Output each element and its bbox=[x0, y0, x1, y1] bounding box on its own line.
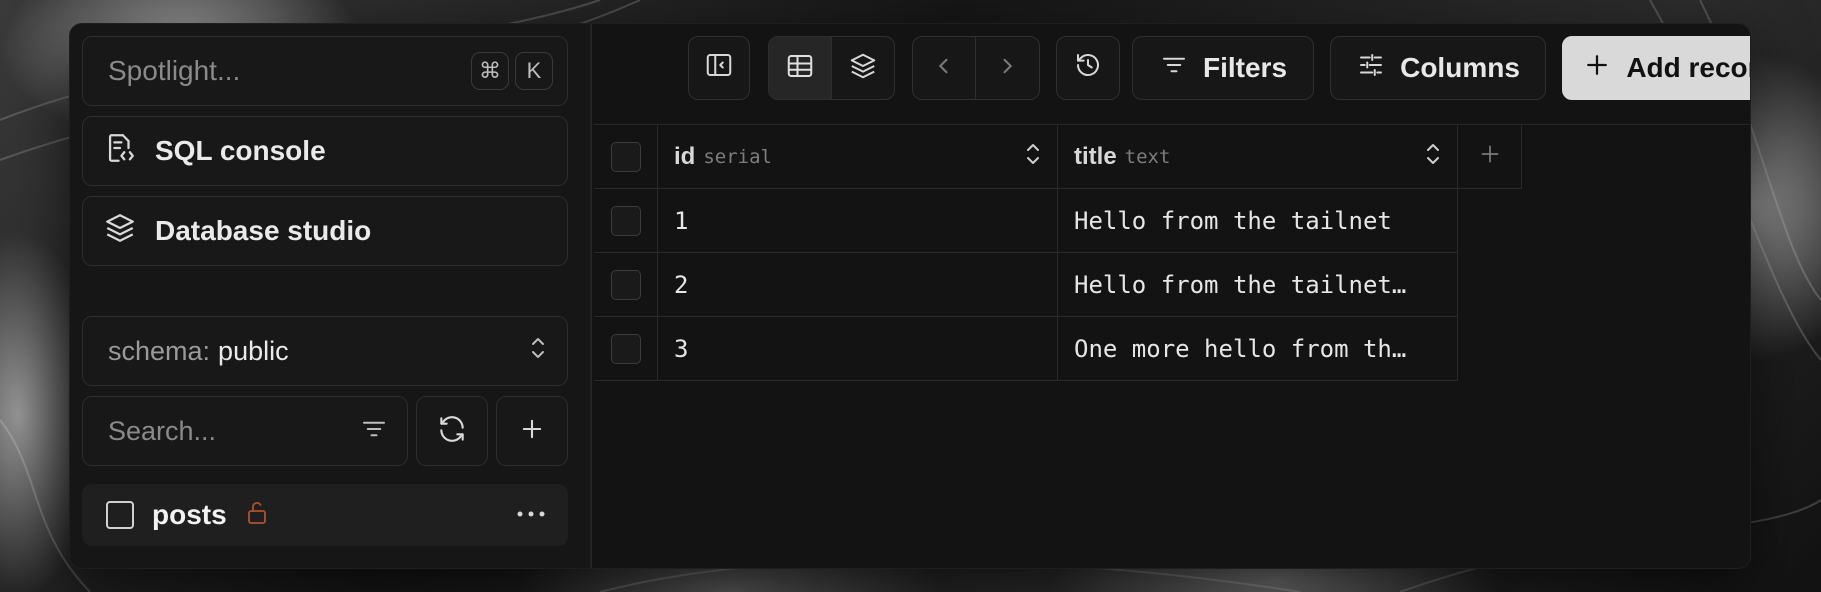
table-item-posts[interactable]: posts bbox=[82, 484, 568, 546]
schema-view-button[interactable] bbox=[831, 37, 893, 99]
add-table-button[interactable] bbox=[496, 396, 568, 466]
history-button[interactable] bbox=[1056, 36, 1120, 100]
columns-button[interactable]: Columns bbox=[1330, 36, 1546, 100]
layers-icon bbox=[103, 211, 137, 252]
history-icon bbox=[1073, 50, 1103, 87]
table-view-button[interactable] bbox=[769, 37, 831, 99]
cell-id[interactable]: 2 bbox=[658, 253, 1058, 317]
app-window: Spotlight... ⌘ K SQL console Database st… bbox=[70, 24, 1750, 568]
k-key-badge: K bbox=[515, 52, 553, 90]
cell-id[interactable]: 1 bbox=[658, 189, 1058, 253]
plus-icon bbox=[1477, 141, 1503, 172]
filters-button[interactable]: Filters bbox=[1132, 36, 1314, 100]
cell-title[interactable]: One more hello from th… bbox=[1058, 317, 1458, 381]
next-page-button[interactable] bbox=[975, 37, 1037, 99]
sliders-icon bbox=[1356, 50, 1386, 87]
row-checkbox[interactable] bbox=[610, 205, 641, 236]
toolbar: Filters Columns Add record bbox=[594, 24, 1750, 124]
sort-icon[interactable] bbox=[1025, 142, 1041, 171]
plus-icon bbox=[1582, 50, 1612, 87]
filters-label: Filters bbox=[1202, 52, 1288, 83]
data-grid: id serial title text 1 Hello from the ta… bbox=[594, 124, 1750, 568]
column-type: text bbox=[1124, 145, 1171, 168]
cell-value: 3 bbox=[674, 334, 689, 363]
row-checkbox-cell bbox=[594, 253, 658, 317]
table-search-input[interactable]: Search... bbox=[82, 396, 408, 466]
schema-select[interactable]: schema: public bbox=[82, 316, 568, 386]
table-checkbox[interactable] bbox=[106, 501, 134, 529]
add-record-label: Add record bbox=[1626, 52, 1750, 83]
table-row[interactable]: 1 Hello from the tailnet bbox=[594, 189, 1458, 253]
row-checkbox-cell bbox=[594, 317, 658, 381]
row-checkbox-cell bbox=[594, 189, 658, 253]
plus-icon bbox=[518, 415, 546, 448]
chevron-up-down-icon bbox=[529, 335, 547, 368]
header-checkbox-cell bbox=[594, 125, 658, 189]
table-row[interactable]: 2 Hello from the tailnet… bbox=[594, 253, 1458, 317]
pagination-group bbox=[912, 36, 1040, 100]
cell-value: Hello from the tailnet… bbox=[1074, 270, 1407, 299]
toggle-sidebar-button[interactable] bbox=[688, 36, 750, 100]
column-header-id[interactable]: id serial bbox=[658, 125, 1058, 189]
add-record-button[interactable]: Add record bbox=[1562, 36, 1750, 100]
schema-label: schema: bbox=[108, 335, 211, 366]
sidebar-toggle-icon bbox=[704, 50, 734, 87]
unlock-icon bbox=[245, 500, 269, 531]
cell-value: Hello from the tailnet bbox=[1074, 206, 1392, 235]
chevron-right-icon bbox=[992, 51, 1022, 86]
columns-label: Columns bbox=[1400, 52, 1520, 83]
sql-console-label: SQL console bbox=[155, 135, 326, 166]
database-studio-label: Database studio bbox=[155, 215, 372, 246]
sort-icon[interactable] bbox=[1425, 142, 1441, 171]
table-row[interactable]: 3 One more hello from th… bbox=[594, 317, 1458, 381]
previous-page-button[interactable] bbox=[913, 37, 975, 99]
column-name: id bbox=[674, 142, 696, 170]
filter-icon bbox=[1159, 50, 1189, 87]
sidebar: Spotlight... ⌘ K SQL console Database st… bbox=[70, 24, 592, 568]
sql-console-icon bbox=[103, 131, 137, 172]
column-name: title bbox=[1074, 142, 1117, 170]
column-header-title[interactable]: title text bbox=[1058, 125, 1458, 189]
cell-value: 2 bbox=[674, 270, 689, 299]
search-placeholder: Search... bbox=[108, 415, 217, 446]
spotlight-placeholder: Spotlight... bbox=[108, 55, 241, 86]
filter-icon[interactable] bbox=[359, 414, 389, 449]
cell-value: 1 bbox=[674, 206, 689, 235]
refresh-icon bbox=[436, 413, 468, 450]
chevron-left-icon bbox=[929, 51, 959, 86]
select-all-checkbox[interactable] bbox=[610, 141, 641, 172]
table-name: posts bbox=[152, 499, 227, 530]
row-checkbox[interactable] bbox=[610, 269, 641, 300]
cell-title[interactable]: Hello from the tailnet… bbox=[1058, 253, 1458, 317]
command-key-badge: ⌘ bbox=[471, 52, 509, 90]
view-toggle-group bbox=[768, 36, 895, 100]
table-grid-icon bbox=[785, 51, 815, 86]
database-studio-button[interactable]: Database studio bbox=[82, 196, 568, 266]
spotlight-search[interactable]: Spotlight... ⌘ K bbox=[82, 36, 568, 106]
schema-value: public bbox=[218, 335, 289, 366]
more-options-icon[interactable] bbox=[516, 506, 546, 524]
cell-title[interactable]: Hello from the tailnet bbox=[1058, 189, 1458, 253]
column-type: serial bbox=[703, 145, 772, 168]
refresh-button[interactable] bbox=[416, 396, 488, 466]
layers-icon bbox=[848, 51, 878, 86]
cell-value: One more hello from th… bbox=[1074, 334, 1407, 363]
row-checkbox[interactable] bbox=[610, 333, 641, 364]
sql-console-button[interactable]: SQL console bbox=[82, 116, 568, 186]
add-column-button[interactable] bbox=[1458, 125, 1522, 189]
cell-id[interactable]: 3 bbox=[658, 317, 1058, 381]
grid-header-row: id serial title text bbox=[594, 125, 1522, 189]
